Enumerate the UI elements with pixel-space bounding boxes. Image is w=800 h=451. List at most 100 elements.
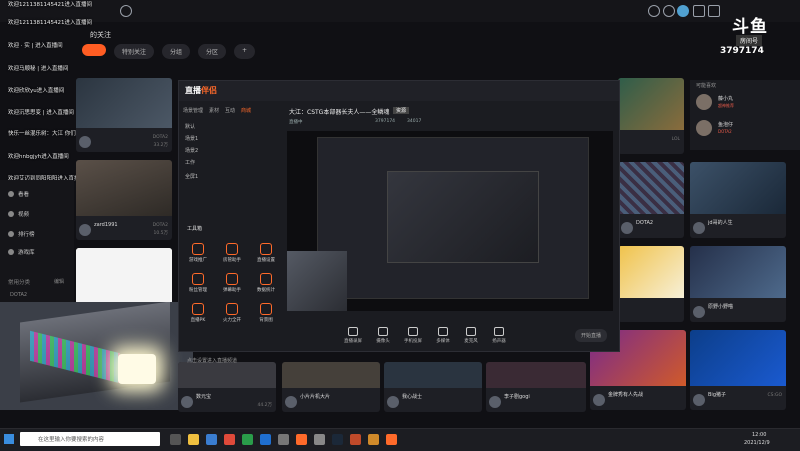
screen-icon [348,327,358,336]
tool-icon [192,303,204,315]
tab-all[interactable] [82,44,106,56]
tab-zone[interactable]: 分区 [198,44,227,59]
room-tag: 资源 [393,107,410,114]
chat-line: 欢迎1211381145421进入直播间 [8,20,92,26]
scene-item[interactable]: 场景2 [185,147,198,154]
tool-button[interactable]: 背景图 [249,303,283,323]
task-view-icon[interactable] [170,434,181,445]
chat-line: 欢迎hnbgjyh进入直播间 [8,154,69,160]
stream-card[interactable]: Big猪子 CS:GO [690,330,786,410]
tool-button[interactable]: 房管助手 [215,243,249,263]
stream-card[interactable]: DOTA2 [618,162,684,238]
tab-scenes[interactable]: 场景管理 [183,107,203,114]
explorer-icon[interactable] [188,434,199,445]
sidebar-edit[interactable]: 编辑 [54,278,64,285]
sidebar-item-watch[interactable]: 看看 [8,190,29,198]
media-icon [438,327,448,336]
scene-item[interactable]: 工作 [185,159,195,166]
search-icon[interactable] [120,5,132,17]
tab-add[interactable]: + [234,44,256,59]
control-button[interactable]: 手机投屏 [399,327,427,344]
tool-button[interactable]: 游戏推广 [181,243,215,263]
sidebar-item-games[interactable]: 游戏库 [8,248,35,256]
sidebar: 看看 视频 排行榜 游戏库 常用分类 编辑 DOTA2 [0,180,74,310]
scene-item[interactable]: 场景1 [185,135,198,142]
sidebar-item-rank[interactable]: 排行榜 [8,230,35,238]
stream-card[interactable]: jd哥的人生 [690,162,786,238]
follow-tabs: 特别关注 分组 分区 + [82,44,256,59]
edge-icon[interactable] [260,434,271,445]
avatar[interactable] [696,94,712,110]
tool-button[interactable]: 粉丝管理 [181,273,215,293]
avatar[interactable] [677,5,689,17]
store-icon[interactable] [224,434,235,445]
taskbar: 在这里输入你要搜索的内容 12:00 2021/12/9 [0,428,800,451]
app-icon[interactable] [314,434,325,445]
tab-group[interactable]: 分组 [162,44,191,59]
stream-card[interactable]: 原野小野喵 [690,246,786,322]
camera-icon [378,327,388,336]
room-badge: 斗鱼 房间号 3797174 [712,10,794,58]
sidebar-tag[interactable]: DOTA2 [10,292,27,298]
sidebar-item-video[interactable]: 视频 [8,210,29,218]
tool-button[interactable]: 弹幕助手 [215,273,249,293]
tool-button[interactable]: 数据统计 [249,273,283,293]
steam-icon[interactable] [332,434,343,445]
tab-interact[interactable]: 互动 [225,107,235,114]
stream-card[interactable] [76,248,172,304]
tab-shop[interactable]: 商城 [241,107,251,114]
tool-icon [226,273,238,285]
windows-start-icon[interactable] [4,434,14,444]
room-status: 直播中 [289,120,303,125]
stream-card[interactable]: 数元宝 44.2万 [178,362,276,412]
scene-item[interactable]: 全屏1 [185,173,198,180]
chat-line: 欢迎 · 实 | 进入直播间 [8,43,63,49]
stream-card[interactable]: 小片片机大片 [282,362,380,412]
tool-button[interactable]: 直播PK [181,303,215,323]
stream-card[interactable]: DOTA2 33.2万 [76,78,172,152]
streaming-app-icon[interactable] [386,434,397,445]
stream-card[interactable]: LOL [618,78,684,154]
stream-card[interactable] [618,246,684,322]
start-live-button[interactable]: 开始直播 [575,329,608,342]
mail-icon[interactable] [206,434,217,445]
room-id: 3797174 [375,119,396,124]
recommend-title: 可能喜欢 [696,83,717,89]
control-button[interactable]: 直播录屏 [339,327,367,344]
app-icon[interactable] [350,434,361,445]
app-icon[interactable] [368,434,379,445]
stream-card[interactable]: 李子剧gogi [486,362,586,412]
notification-icon[interactable] [663,5,675,17]
mic-icon [466,327,476,336]
toolbox-title: 工具箱 [187,226,203,232]
control-button[interactable]: 麦克风 [457,327,485,344]
taskbar-search[interactable]: 在这里输入你要搜索的内容 [20,432,160,446]
stream-card[interactable]: 我心战士 [384,362,482,412]
chat-line: 欢迎沉思思变 | 进入直播间 [8,110,74,116]
webcam-overlay [0,302,193,410]
tool-icon [260,243,272,255]
tool-button[interactable]: 火力全开 [215,303,249,323]
stream-card[interactable]: zard1991 DOTA2 10.5万 [76,160,172,240]
status-text: 点击设置进入直播频道 [187,358,238,364]
rank-icon [8,231,14,237]
avatar[interactable] [696,120,712,136]
stream-preview[interactable] [287,131,613,311]
scene-item[interactable]: 默认 [185,123,195,130]
tab-special[interactable]: 特别关注 [114,44,155,59]
history-icon[interactable] [648,5,660,17]
app-icon[interactable] [278,434,289,445]
chrome-icon[interactable] [242,434,253,445]
tool-icon [226,243,238,255]
tool-button[interactable]: 直播设置 [249,243,283,263]
clock-date: 2021/12/9 [744,440,770,446]
clock-time: 12:00 [752,432,767,438]
douyu-app-icon[interactable] [296,434,307,445]
control-button[interactable]: 扬声器 [485,327,513,344]
control-button[interactable]: 摄像头 [369,327,397,344]
control-button[interactable]: 多媒体 [429,327,457,344]
taskbar-search-placeholder: 在这里输入你要搜索的内容 [38,437,105,443]
tab-assets[interactable]: 素材 [209,107,219,114]
gift-icon[interactable] [693,5,705,17]
chat-line: 欢迎1211381145421进入直播间 [8,2,92,8]
